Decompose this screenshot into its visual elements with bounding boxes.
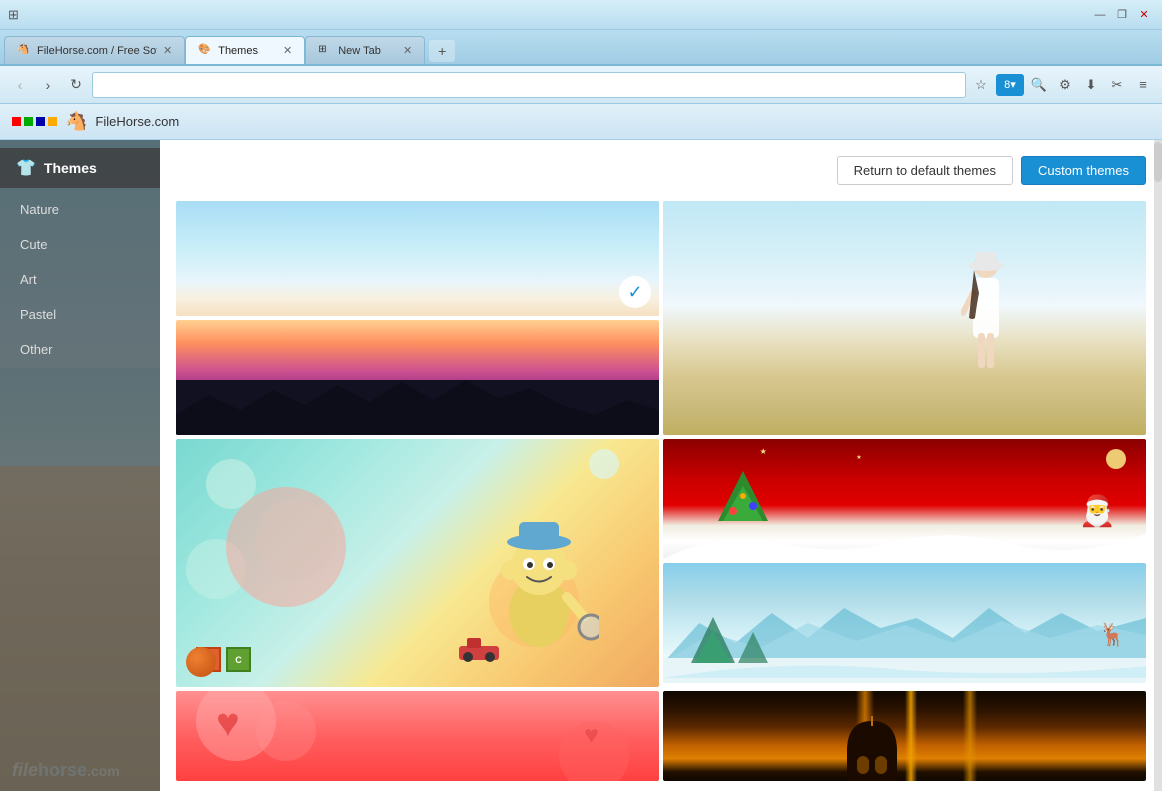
themes-row-2: B C (176, 439, 1146, 687)
sidebar-item-nature[interactable]: Nature (0, 192, 160, 227)
toolbar: ‹ › ↻ ☆ 8▾ 🔍 ⚙ ⬇ ✂ ≡ (0, 66, 1162, 104)
restore-icon[interactable]: ❐ (1112, 7, 1132, 23)
return-default-button[interactable]: Return to default themes (837, 156, 1013, 185)
right-panel: Return to default themes Custom themes ✓ (160, 140, 1162, 791)
close-icon[interactable]: ✕ (1134, 7, 1154, 23)
custom-themes-button[interactable]: Custom themes (1021, 156, 1146, 185)
app-bar: 🐴 FileHorse.com (0, 104, 1162, 140)
sidebar-nature-label: Nature (20, 202, 59, 217)
scissors-icon[interactable]: ✂ (1106, 74, 1128, 96)
sidebar: 👕 Themes Nature Cute Art Pastel Other (0, 140, 160, 791)
sidebar-item-pastel[interactable]: Pastel (0, 297, 160, 332)
tab-filehorse-close[interactable]: ✕ (163, 44, 172, 57)
extensions-icon[interactable]: ⚙ (1054, 74, 1076, 96)
minimize-icon[interactable]: — (1090, 7, 1110, 23)
title-bar-left: ⊞ (8, 7, 19, 23)
tab-filehorse[interactable]: 🐴 FileHorse.com / Free Soft... ✕ (4, 36, 185, 64)
bookmark-icon[interactable]: ☆ (970, 74, 992, 96)
toolbar-right: ☆ 8▾ 🔍 ⚙ ⬇ ✂ ≡ (970, 74, 1154, 96)
theme-item-christmas[interactable]: ★ ★ (663, 439, 1146, 559)
title-icon: ⊞ (8, 7, 19, 23)
theme-item-pink[interactable]: ♥ ♥ (176, 691, 659, 781)
scrollbar-thumb[interactable] (1154, 142, 1162, 182)
tab-themes-favicon: 🎨 (198, 44, 212, 58)
sidebar-section-label: Themes (44, 160, 97, 176)
theme-item-beach[interactable] (663, 201, 1146, 435)
themes-right-col (663, 201, 1146, 435)
sidebar-item-cute[interactable]: Cute (0, 227, 160, 262)
tab-themes[interactable]: 🎨 Themes ✕ (185, 36, 305, 64)
tab-filehorse-favicon: 🐴 (17, 44, 31, 58)
tab-newtab[interactable]: ⊞ New Tab ✕ (305, 36, 425, 64)
title-bar: ⊞ — ❐ ✕ (0, 0, 1162, 30)
sidebar-item-other[interactable]: Other (0, 332, 160, 367)
themes-left-col: ✓ (176, 201, 659, 435)
action-bar: Return to default themes Custom themes (176, 156, 1146, 185)
search-icon[interactable]: 🔍 (1028, 74, 1050, 96)
forward-button[interactable]: › (36, 73, 60, 97)
download-icon[interactable]: ⬇ (1080, 74, 1102, 96)
address-bar[interactable] (92, 72, 966, 98)
menu-icon[interactable]: ≡ (1132, 74, 1154, 96)
tabs-bar: 🐴 FileHorse.com / Free Soft... ✕ 🎨 Theme… (0, 30, 1162, 66)
tab-themes-close[interactable]: ✕ (283, 44, 292, 57)
tab-newtab-favicon: ⊞ (318, 44, 332, 58)
sidebar-section-themes[interactable]: 👕 Themes (0, 148, 160, 188)
sidebar-pastel-label: Pastel (20, 307, 56, 322)
tab-themes-label: Themes (218, 45, 258, 57)
themes-row-3: ♥ ♥ (176, 691, 1146, 781)
back-button[interactable]: ‹ (8, 73, 32, 97)
refresh-button[interactable]: ↻ (64, 73, 88, 97)
tab-newtab-close[interactable]: ✕ (403, 44, 412, 57)
app-logo-icon: 🐴 (65, 111, 87, 132)
sidebar-item-art[interactable]: Art (0, 262, 160, 297)
theme-check-icon: ✓ (619, 276, 651, 308)
theme-item-cartoon[interactable]: B C (176, 439, 659, 687)
new-tab-button[interactable]: + (429, 40, 455, 62)
theme-item-golden[interactable] (663, 691, 1146, 781)
app-name-label: FileHorse.com (95, 114, 179, 129)
window-controls: — ❐ ✕ (1090, 7, 1154, 23)
themes-right-stack: ★ ★ (663, 439, 1146, 687)
main-content: filehorse.com 👕 Themes Nature Cute Art P… (0, 140, 1162, 791)
tab-newtab-label: New Tab (338, 45, 381, 57)
browser-frame: ⊞ — ❐ ✕ 🐴 FileHorse.com / Free Soft... ✕… (0, 0, 1162, 791)
tab-filehorse-label: FileHorse.com / Free Soft... (37, 45, 157, 57)
scrollbar-track[interactable] (1154, 140, 1162, 791)
theme-item-mountains[interactable] (176, 320, 659, 435)
windows-logo[interactable] (12, 117, 57, 126)
sidebar-other-label: Other (20, 342, 53, 357)
sidebar-art-label: Art (20, 272, 37, 287)
sidebar-cute-label: Cute (20, 237, 47, 252)
shirt-icon: 👕 (16, 158, 36, 178)
theme-item-winter[interactable]: 🦌 (663, 563, 1146, 683)
account-icon[interactable]: 8▾ (996, 74, 1024, 96)
theme-item-sky[interactable]: ✓ (176, 201, 659, 316)
themes-row-1: ✓ (176, 201, 1146, 435)
